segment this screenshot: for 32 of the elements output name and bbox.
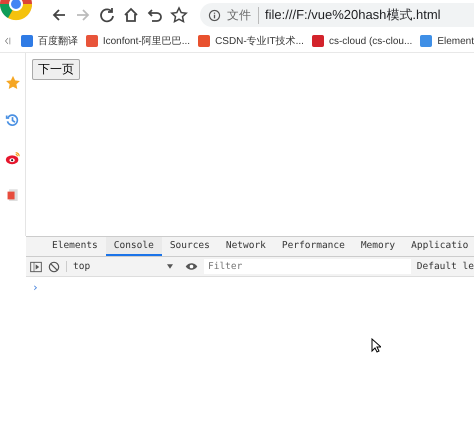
address-bar[interactable]: 文件 file:///F:/vue%20hash模式.html bbox=[200, 3, 474, 27]
devtools-tab[interactable]: Memory bbox=[352, 237, 404, 256]
favorites-star-icon[interactable] bbox=[4, 75, 20, 91]
filter-field[interactable]: Filter bbox=[204, 259, 411, 274]
url-text: file:///F:/vue%20hash模式.html bbox=[265, 6, 441, 24]
devtools-tab[interactable]: Console bbox=[106, 237, 162, 256]
bookmark-item[interactable]: CSDN-专业IT技术... bbox=[198, 34, 304, 48]
document-icon[interactable] bbox=[6, 188, 20, 203]
bookmark-item[interactable]: Iconfont-阿里巴巴... bbox=[86, 34, 190, 48]
security-label: 文件 bbox=[227, 6, 259, 24]
reload-icon[interactable] bbox=[98, 6, 116, 24]
devtools-tab[interactable]: Network bbox=[218, 237, 274, 256]
weibo-icon[interactable] bbox=[4, 150, 20, 166]
mouse-cursor-icon bbox=[371, 338, 381, 353]
bookmark-item[interactable]: cs-cloud (cs-clou... bbox=[312, 35, 412, 47]
bookmark-item[interactable]: Element bbox=[420, 35, 474, 47]
context-select[interactable]: top bbox=[66, 261, 179, 272]
devtools-tab[interactable]: Sources bbox=[162, 237, 218, 256]
devtools-tab[interactable]: Performance bbox=[274, 237, 353, 256]
bookmark-item[interactable]: 百度翻译 bbox=[20, 34, 78, 48]
info-icon bbox=[208, 8, 221, 22]
home-icon[interactable] bbox=[122, 6, 140, 24]
star-icon[interactable] bbox=[170, 6, 188, 24]
console-prompt[interactable]: › bbox=[26, 277, 474, 298]
clear-icon[interactable] bbox=[48, 260, 60, 272]
sidebar-toggle-icon[interactable] bbox=[30, 260, 42, 272]
devtools-tab[interactable]: Elements bbox=[44, 237, 106, 256]
devtools-tab[interactable]: Applicatio bbox=[403, 237, 474, 256]
log-levels-dropdown[interactable]: Default le bbox=[416, 261, 474, 272]
caret-icon bbox=[167, 264, 173, 269]
history-icon[interactable] bbox=[5, 113, 20, 128]
next-page-button[interactable]: 下一页 bbox=[32, 59, 80, 80]
